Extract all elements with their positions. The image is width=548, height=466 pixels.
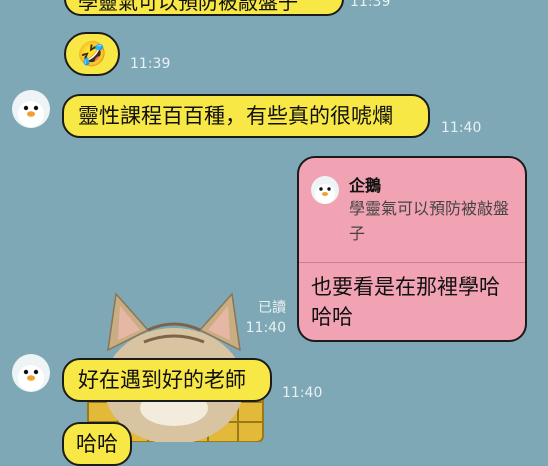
read-status: 已讀 11:40 <box>240 298 286 338</box>
message-bubble[interactable]: 靈性課程百百種，有些真的很唬爛 <box>62 94 430 138</box>
message-time: 11:40 <box>245 320 286 336</box>
penguin-avatar-icon <box>311 176 339 204</box>
quoted-sender-name: 企鵝 <box>349 176 382 195</box>
message-time: 11:40 <box>282 385 323 401</box>
message-text: 好在遇到好的老師 <box>78 368 246 392</box>
penguin-avatar-icon[interactable] <box>12 90 50 128</box>
message-text: 靈性課程百百種，有些真的很唬爛 <box>78 104 393 128</box>
emoji-message-bubble[interactable]: 🤣 <box>64 32 120 76</box>
message-bubble[interactable]: 好在遇到好的老師 <box>62 358 272 402</box>
quoted-message-text: 學靈氣可以預防被敲盤子 <box>349 199 510 243</box>
penguin-avatar-icon[interactable] <box>12 354 50 392</box>
read-label: 已讀 <box>258 300 286 316</box>
reply-divider <box>299 262 525 263</box>
message-bubble-top[interactable]: 學靈氣可以預防被敲盤子 <box>64 0 344 16</box>
laughing-emoji-icon: 🤣 <box>77 40 107 68</box>
message-bubble-bottom[interactable]: 哈哈 <box>62 422 132 466</box>
message-time: 11:39 <box>130 56 171 72</box>
message-time: 11:39 <box>350 0 391 10</box>
reply-message-bubble[interactable]: 企鵝 學靈氣可以預防被敲盤子 也要看是在那裡學哈哈哈 <box>297 156 527 342</box>
message-time: 11:40 <box>441 120 482 136</box>
message-text: 哈哈 <box>76 432 118 456</box>
message-text: 也要看是在那裡學哈哈哈 <box>311 275 500 329</box>
message-text: 學靈氣可以預防被敲盤子 <box>78 0 298 14</box>
